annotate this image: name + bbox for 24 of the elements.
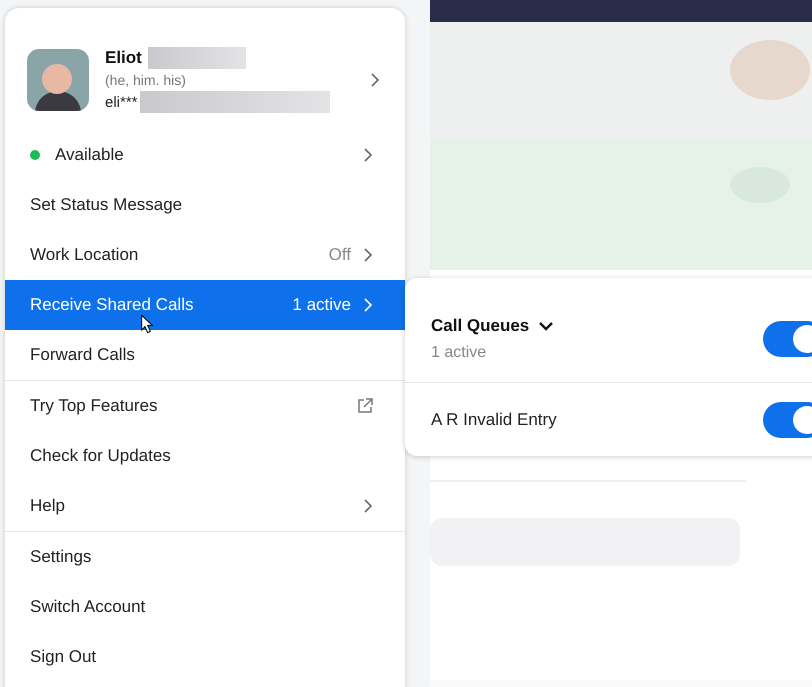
menu-item[interactable]: Work Location Off	[5, 230, 405, 280]
menu-item[interactable]: Forward Calls	[5, 330, 405, 380]
toggle-switch[interactable]	[763, 321, 812, 357]
menu-item[interactable]: Check for Updates	[5, 431, 405, 481]
menu-item[interactable]: Try Top Features	[5, 381, 405, 431]
menu-item[interactable]: Available	[5, 130, 405, 180]
user-name: Eliot	[105, 48, 142, 68]
menu-item[interactable]: Help	[5, 481, 405, 531]
mouse-cursor-icon	[140, 314, 154, 334]
queue-name: A R Invalid Entry	[431, 410, 557, 430]
menu-item[interactable]: Sign Out	[5, 632, 405, 682]
menu-item[interactable]: Settings	[5, 532, 405, 582]
avatar	[27, 49, 89, 111]
user-email: eli***	[105, 94, 138, 110]
queue-status: 1 active	[431, 344, 488, 362]
queue-name: Call Queues	[431, 316, 530, 336]
user-pronouns: (he, him. his)	[105, 72, 187, 88]
menu-item[interactable]: Set Status Message	[5, 180, 405, 230]
toggle-switch[interactable]	[763, 402, 812, 438]
chevron-right-icon	[370, 73, 380, 87]
menu-item[interactable]: Receive Shared Calls 1 active	[5, 280, 405, 330]
menu-item[interactable]: Switch Account	[5, 582, 405, 632]
chevron-down-icon[interactable]	[539, 322, 554, 330]
external-link-icon	[357, 398, 373, 414]
